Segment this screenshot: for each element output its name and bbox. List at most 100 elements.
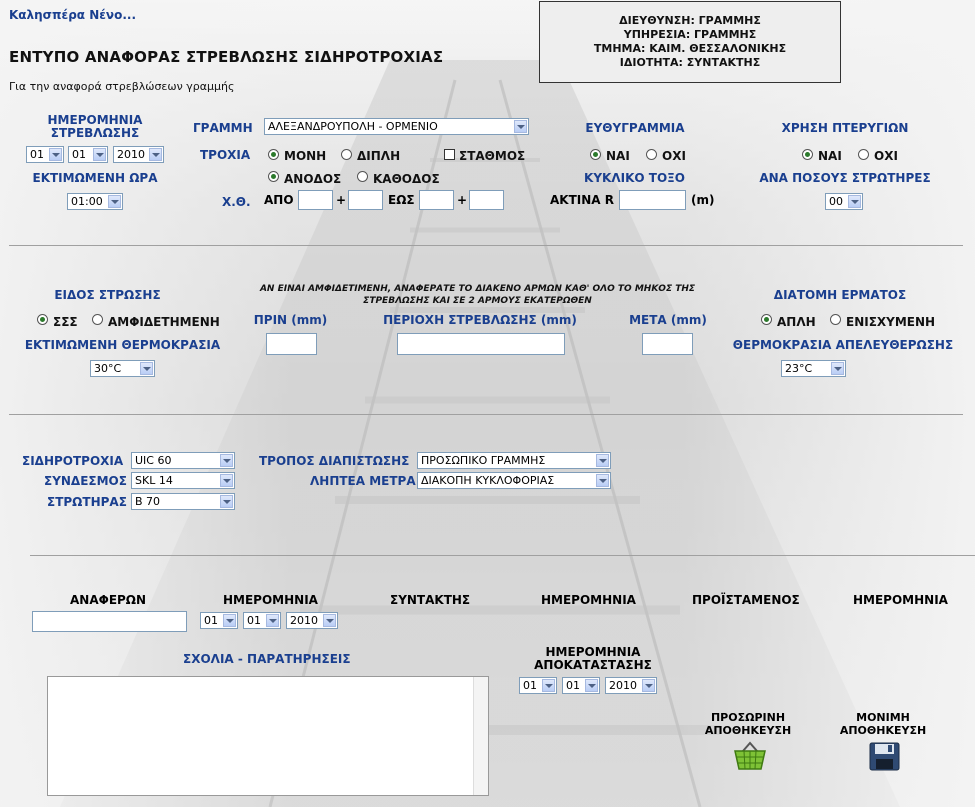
info-direction: ΔΙΕΥΘΥΝΣΗ: ΓΡΑΜΜΗΣ <box>619 14 761 27</box>
plus-sign: + <box>336 193 347 207</box>
wings-no-radio[interactable] <box>858 149 869 160</box>
chevron-down-icon <box>93 148 106 161</box>
chevron-down-icon <box>514 120 527 133</box>
chevron-down-icon <box>220 495 233 508</box>
perm-save-label: ΜΟΝΙΜΗ ΑΠΟΘΗΚΕΥΣΗ <box>839 711 927 737</box>
after-label: ΜΕΤΑ (mm) <box>629 313 707 327</box>
chainage-label: Χ.Θ. <box>222 195 251 209</box>
chainage-to-label: ΕΩΣ <box>388 193 415 207</box>
distortion-month-select[interactable]: 01 <box>68 146 108 163</box>
chainage-from-km-input[interactable] <box>298 190 333 210</box>
measures-label: ΛΗΠΤΕΑ ΜΕΤΡΑ <box>310 474 416 488</box>
estimated-temperature-select[interactable]: 30°C <box>90 360 155 377</box>
straight-yes-radio[interactable] <box>590 149 601 160</box>
after-input[interactable] <box>642 333 693 355</box>
before-input[interactable] <box>266 333 317 355</box>
chevron-down-icon <box>140 362 153 375</box>
measures-select[interactable]: ΔΙΑΚΟΠΗ ΚΥΚΛΟΦΟΡΙΑΣ <box>417 472 611 489</box>
chevron-down-icon <box>49 148 62 161</box>
distortion-area-input[interactable] <box>397 333 565 355</box>
report-date-label: ΗΜΕΡΟΜΗΝΙΑ <box>223 593 318 607</box>
ballast-simple-radio[interactable] <box>761 314 772 325</box>
restore-month-select[interactable]: 01 <box>562 677 600 694</box>
release-temperature-select[interactable]: 23°C <box>781 360 846 377</box>
laying-sss-label: ΣΣΣ <box>53 315 78 329</box>
estimated-temperature-label: ΕΚΤΙΜΩΜΕΝΗ ΘΕΡΜΟΚΡΑΣΙΑ <box>24 338 221 352</box>
distortion-date-label: ΗΜΕΡΟΜΗΝΙΑ ΣΤΡΕΒΛΩΣΗΣ <box>47 113 143 140</box>
basket-icon[interactable] <box>733 741 767 771</box>
chevron-down-icon <box>596 474 609 487</box>
laying-sss-radio[interactable] <box>37 314 48 325</box>
radius-label: ΑΚΤΙΝΑ R <box>550 193 614 207</box>
info-department: ΤΜΗΜΑ: ΚΑΙΜ. ΘΕΣΣΑΛΟΝΙΚΗΣ <box>593 42 787 55</box>
track-single-radio[interactable] <box>268 149 279 160</box>
laying-amfi-label: ΑΜΦΙΔΕΤΗΜΕΝΗ <box>108 315 220 329</box>
estimated-time-select[interactable]: 01:00 <box>67 193 123 210</box>
detection-method-label: ΤΡΟΠΟΣ ΔΙΑΠΙΣΤΩΣΗΣ <box>259 454 410 468</box>
rail-select[interactable]: UIC 60 <box>131 452 235 469</box>
laying-type-label: ΕΙΔΟΣ ΣΤΡΩΣΗΣ <box>54 288 161 302</box>
before-label: ΠΡΙΝ (mm) <box>253 313 328 327</box>
line-select[interactable]: ΑΛΕΞΑΝΔΡΟΥΠΟΛΗ - ΟΡΜΕΝΙΟ <box>264 118 529 135</box>
scrollbar[interactable] <box>473 677 488 795</box>
restore-day-select[interactable]: 01 <box>519 677 557 694</box>
sleepers-spacing-select[interactable]: 00 <box>825 193 863 210</box>
chainage-to-km-input[interactable] <box>419 190 454 210</box>
straight-yes-label: ΝΑΙ <box>606 149 630 163</box>
chainage-from-m-input[interactable] <box>348 190 383 210</box>
greeting-link[interactable]: Καλησπέρα Νένο... <box>9 8 136 22</box>
line-label: ΓΡΑΜΜΗ <box>193 121 253 135</box>
wings-yes-radio[interactable] <box>802 149 813 160</box>
direction-up-label: ΑΝΟΔΟΣ <box>284 172 342 186</box>
fastening-select[interactable]: SKL 14 <box>131 472 235 489</box>
direction-up-radio[interactable] <box>268 171 279 182</box>
rail-label: ΣΙΔΗΡΟΤΡΟΧΙΑ <box>22 454 124 468</box>
comments-label: ΣΧΟΛΙΑ - ΠΑΡΑΤΗΡΗΣΕΙΣ <box>183 652 351 666</box>
straight-no-radio[interactable] <box>646 149 657 160</box>
detection-method-select[interactable]: ΠΡΟΣΩΠΙΚΟ ΓΡΑΜΜΗΣ <box>417 452 611 469</box>
report-month-select[interactable]: 01 <box>243 612 281 629</box>
direction-down-label: ΚΑΘΟΔΟΣ <box>373 172 440 186</box>
section-divider <box>9 414 963 415</box>
user-info-box: ΔΙΕΥΘΥΝΣΗ: ΓΡΑΜΜΗΣ ΥΠΗΡΕΣΙΑ: ΓΡΑΜΜΗΣ ΤΜΗ… <box>539 1 841 83</box>
info-service: ΥΠΗΡΕΣΙΑ: ΓΡΑΜΜΗΣ <box>623 28 757 41</box>
radius-input[interactable] <box>619 190 686 210</box>
wings-no-label: ΟΧΙ <box>874 149 898 163</box>
supervisor-date-label: ΗΜΕΡΟΜΗΝΙΑ <box>853 593 948 607</box>
curve-label: ΚΥΚΛΙΚΟ ΤΟΞΟ <box>584 171 685 185</box>
laying-amfi-radio[interactable] <box>92 314 103 325</box>
sleeper-select[interactable]: B 70 <box>131 493 235 510</box>
restore-date-label: ΗΜΕΡΟΜΗΝΙΑ ΑΠΟΚΑΤΑΣΤΑΣΗΣ <box>534 645 652 672</box>
ballast-reinforced-label: ΕΝΙΣΧΥΜΕΝΗ <box>846 315 936 329</box>
page-subtitle: Για την αναφορά στρεβλώσεων γραμμής <box>9 80 235 93</box>
section-divider <box>30 555 975 556</box>
chevron-down-icon <box>642 679 655 692</box>
ballast-section-label: ΔΙΑΤΟΜΗ ΕΡΜΑΤΟΣ <box>773 288 907 302</box>
sleepers-spacing-label: ΑΝΑ ΠΟΣΟΥΣ ΣΤΡΩΤΗΡΕΣ <box>759 171 931 185</box>
chevron-down-icon <box>220 474 233 487</box>
chainage-to-m-input[interactable] <box>469 190 504 210</box>
wings-yes-label: ΝΑΙ <box>818 149 842 163</box>
floppy-disk-icon[interactable] <box>869 742 900 771</box>
author-label: ΣΥΝΤΑΚΤΗΣ <box>390 593 471 607</box>
restore-year-select[interactable]: 2010 <box>605 677 657 694</box>
report-day-select[interactable]: 01 <box>200 612 238 629</box>
chevron-down-icon <box>323 614 336 627</box>
chainage-from-label: ΑΠΟ <box>264 193 294 207</box>
station-label: ΣΤΑΘΜΟΣ <box>459 149 526 163</box>
reporter-input[interactable] <box>32 611 187 632</box>
chevron-down-icon <box>149 148 162 161</box>
supervisor-label: ΠΡΟΪΣΤΑΜΕΝΟΣ <box>692 593 800 607</box>
track-double-radio[interactable] <box>341 149 352 160</box>
distortion-area-label: ΠΕΡΙΟΧΗ ΣΤΡΕΒΛΩΣΗΣ (mm) <box>383 313 577 327</box>
distortion-year-select[interactable]: 2010 <box>113 146 164 163</box>
report-year-select[interactable]: 2010 <box>286 612 338 629</box>
distortion-day-select[interactable]: 01 <box>26 146 64 163</box>
temp-save-label: ΠΡΟΣΩΡΙΝΗ ΑΠΟΘΗΚΕΥΣΗ <box>704 711 792 737</box>
straight-no-label: ΟΧΙ <box>662 149 686 163</box>
radius-unit: (m) <box>691 193 715 207</box>
ballast-reinforced-radio[interactable] <box>830 314 841 325</box>
comments-textarea[interactable] <box>47 676 489 796</box>
direction-down-radio[interactable] <box>357 171 368 182</box>
station-checkbox[interactable] <box>444 149 455 160</box>
